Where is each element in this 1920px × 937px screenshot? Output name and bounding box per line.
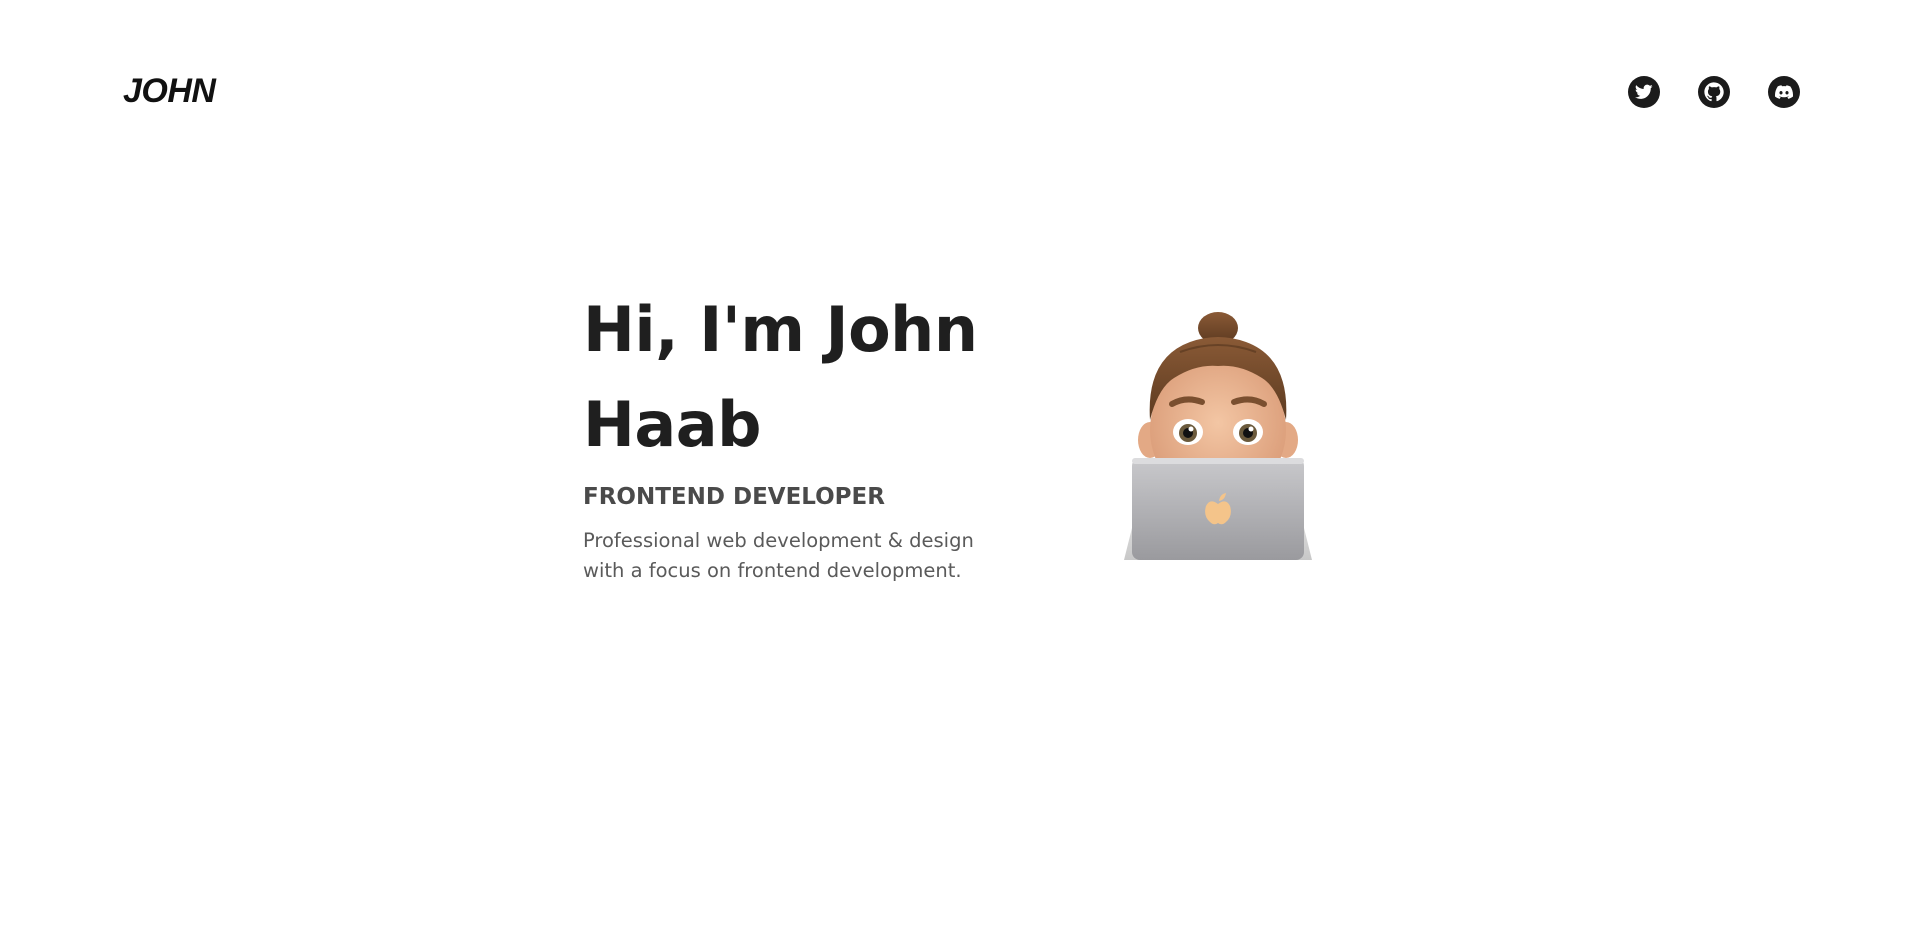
twitter-icon[interactable] bbox=[1628, 76, 1660, 108]
hero-title-line2: Haab bbox=[583, 388, 761, 461]
hero-desc-line2: with a focus on frontend development. bbox=[583, 559, 962, 582]
social-links bbox=[1628, 76, 1800, 108]
hero-title-line1: Hi, I'm John bbox=[583, 293, 978, 366]
hero-desc-line1: Professional web development & design bbox=[583, 529, 974, 552]
discord-icon[interactable] bbox=[1768, 76, 1800, 108]
memoji-avatar bbox=[1124, 312, 1312, 560]
hero-role: FRONTEND DEVELOPER bbox=[583, 484, 885, 510]
hero-title: Hi, I'm John Haab bbox=[583, 282, 1023, 472]
logo[interactable]: JOHN bbox=[123, 74, 216, 108]
page: JOHN Hi, I'm John Haab FRONTEND DEVELOPE… bbox=[0, 0, 1920, 937]
hero-description: Professional web development & design wi… bbox=[583, 526, 1003, 586]
hero-intro: Hi, I'm John Haab FRONTEND DEVELOPER Pro… bbox=[583, 282, 1023, 586]
github-icon[interactable] bbox=[1698, 76, 1730, 108]
